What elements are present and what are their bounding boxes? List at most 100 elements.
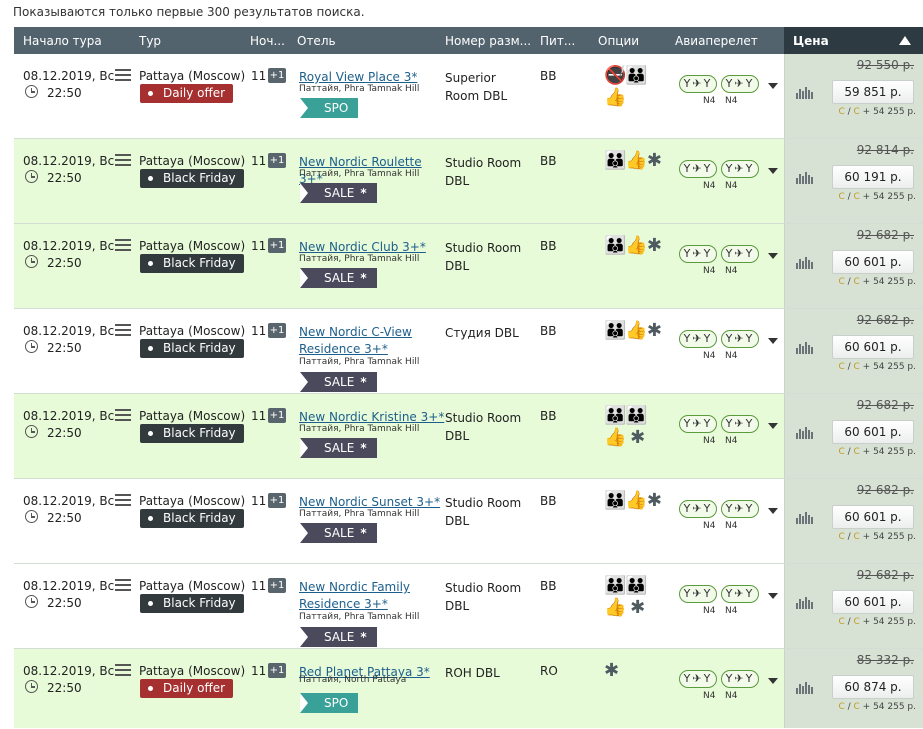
flight-info[interactable]: Y✈Y Y✈Y N4 N4 — [679, 330, 789, 370]
bar-mark — [808, 430, 810, 439]
plus-one-night-button[interactable]: +1 — [268, 68, 286, 83]
bar-mark — [802, 261, 804, 269]
plus-one-night-button[interactable]: +1 — [268, 578, 286, 593]
chevron-down-icon[interactable] — [768, 83, 778, 89]
old-price: 92 682 р. — [856, 228, 914, 242]
extra-charge: C / C + 54 255 р. — [838, 447, 916, 457]
table-row[interactable]: 08.12.2019, Вс 22:50 Pattaya (Moscow) Black… — [14, 139, 923, 224]
col-tour[interactable]: Тур — [139, 34, 161, 48]
flight-info[interactable]: Y✈Y Y✈Y N4 N4 — [679, 245, 789, 285]
plus-one-night-button[interactable]: +1 — [268, 663, 286, 678]
return-flight-icon[interactable]: Y✈Y — [721, 670, 759, 688]
price-button[interactable]: 60 601 р. — [832, 505, 914, 529]
flight-info[interactable]: Y✈Y Y✈Y N4 N4 — [679, 585, 789, 625]
flight-info[interactable]: Y✈Y Y✈Y N4 N4 — [679, 415, 789, 455]
plus-one-night-button[interactable]: +1 — [268, 493, 286, 508]
plus-one-night-button[interactable]: +1 — [268, 153, 286, 168]
outbound-flight-icon[interactable]: Y✈Y — [679, 330, 717, 348]
sort-ascending-icon[interactable] — [899, 36, 911, 45]
price-cell: 92 682 р. 60 601 р. C / C + 54 255 р. — [784, 394, 923, 478]
clock-icon — [25, 255, 38, 268]
list-icon[interactable] — [115, 153, 131, 167]
outbound-flight-icon[interactable]: Y✈Y — [679, 670, 717, 688]
plus-one-night-button[interactable]: +1 — [268, 408, 286, 423]
list-icon[interactable] — [115, 578, 131, 592]
return-flight-icon[interactable]: Y✈Y — [721, 245, 759, 263]
col-room[interactable]: Номер разм... — [445, 34, 531, 48]
col-options[interactable]: Опции — [598, 34, 639, 48]
flight-info[interactable]: Y✈Y Y✈Y N4 N4 — [679, 500, 789, 540]
table-row[interactable]: 08.12.2019, Вс 22:50 Pattaya (Moscow) Black… — [14, 224, 923, 309]
col-hotel[interactable]: Отель — [297, 34, 336, 48]
table-row[interactable]: 08.12.2019, Вс 22:50 Pattaya (Moscow) Daily… — [14, 54, 923, 139]
list-icon[interactable] — [115, 493, 131, 507]
price-history-icon[interactable] — [796, 172, 813, 184]
bar-mark — [796, 518, 798, 524]
chevron-down-icon[interactable] — [768, 338, 778, 344]
col-flight[interactable]: Авиаперелет — [675, 34, 758, 48]
price-button[interactable]: 60 601 р. — [832, 250, 914, 274]
chevron-down-icon[interactable] — [768, 423, 778, 429]
meal-plan: BB — [540, 154, 557, 168]
flight-info[interactable]: Y✈Y Y✈Y N4 N4 — [679, 75, 789, 115]
list-icon[interactable] — [115, 663, 131, 677]
return-flight-icon[interactable]: Y✈Y — [721, 500, 759, 518]
table-row[interactable]: 08.12.2019, Вс 22:50 Pattaya (Moscow) Black… — [14, 564, 923, 649]
price-button[interactable]: 60 191 р. — [832, 165, 914, 189]
return-flight-icon[interactable]: Y✈Y — [721, 75, 759, 93]
flight-info[interactable]: Y✈Y Y✈Y N4 N4 — [679, 670, 789, 710]
return-flight-icon[interactable]: Y✈Y — [721, 160, 759, 178]
list-icon[interactable] — [115, 408, 131, 422]
price-history-icon[interactable] — [796, 597, 813, 609]
price-button[interactable]: 60 601 р. — [832, 420, 914, 444]
price-history-icon[interactable] — [796, 342, 813, 354]
promo-tag: SPO — [300, 693, 359, 713]
bar-mark — [805, 172, 807, 184]
outbound-flight-icon[interactable]: Y✈Y — [679, 245, 717, 263]
price-history-icon[interactable] — [796, 87, 813, 99]
outbound-flight-icon[interactable]: Y✈Y — [679, 75, 717, 93]
plus-one-night-button[interactable]: +1 — [268, 323, 286, 338]
price-history-icon[interactable] — [796, 682, 813, 694]
chevron-down-icon[interactable] — [768, 168, 778, 174]
price-history-icon[interactable] — [796, 512, 813, 524]
bar-mark — [799, 344, 801, 354]
col-nights[interactable]: Ноч... — [250, 34, 285, 48]
old-price: 85 332 р. — [856, 653, 914, 667]
flight-info[interactable]: Y✈Y Y✈Y N4 N4 — [679, 160, 789, 200]
tour-name: Pattaya (Moscow) — [139, 324, 246, 338]
hotel-link[interactable]: New Nordic Family Residence 3+* — [299, 579, 445, 613]
price-button[interactable]: 60 601 р. — [832, 335, 914, 359]
price-button[interactable]: 60 601 р. — [832, 590, 914, 614]
return-flight-icon[interactable]: Y✈Y — [721, 585, 759, 603]
outbound-flight-icon[interactable]: Y✈Y — [679, 585, 717, 603]
list-icon[interactable] — [115, 238, 131, 252]
table-row[interactable]: 08.12.2019, Вс 22:50 Pattaya (Moscow) Black… — [14, 479, 923, 564]
chevron-down-icon[interactable] — [768, 593, 778, 599]
chevron-down-icon[interactable] — [768, 678, 778, 684]
table-row[interactable]: 08.12.2019, Вс 22:50 Pattaya (Moscow) Black… — [14, 309, 923, 394]
price-history-icon[interactable] — [796, 427, 813, 439]
outbound-flight-icon[interactable]: Y✈Y — [679, 415, 717, 433]
return-flight-icon[interactable]: Y✈Y — [721, 415, 759, 433]
col-meal[interactable]: Пит... — [540, 34, 575, 48]
price-history-icon[interactable] — [796, 257, 813, 269]
hotel-location: Паттайя, Phra Tamnak Hill — [299, 357, 420, 367]
col-start[interactable]: Начало тура — [23, 34, 102, 48]
table-row[interactable]: 08.12.2019, Вс 22:50 Pattaya (Moscow) Black… — [14, 394, 923, 479]
hotel-link[interactable]: New Nordic C-View Residence 3+* — [299, 324, 445, 358]
meal-plan: BB — [540, 324, 557, 338]
chevron-down-icon[interactable] — [768, 253, 778, 259]
meal-plan: BB — [540, 69, 557, 83]
return-flight-icon[interactable]: Y✈Y — [721, 330, 759, 348]
price-button[interactable]: 59 851 р. — [832, 80, 914, 104]
list-icon[interactable] — [115, 68, 131, 82]
chevron-down-icon[interactable] — [768, 508, 778, 514]
price-button[interactable]: 60 874 р. — [832, 675, 914, 699]
table-row[interactable]: 08.12.2019, Вс 22:50 Pattaya (Moscow) Daily… — [14, 649, 923, 728]
col-price[interactable]: Цена — [784, 27, 923, 54]
list-icon[interactable] — [115, 323, 131, 337]
outbound-flight-icon[interactable]: Y✈Y — [679, 500, 717, 518]
plus-one-night-button[interactable]: +1 — [268, 238, 286, 253]
outbound-flight-icon[interactable]: Y✈Y — [679, 160, 717, 178]
